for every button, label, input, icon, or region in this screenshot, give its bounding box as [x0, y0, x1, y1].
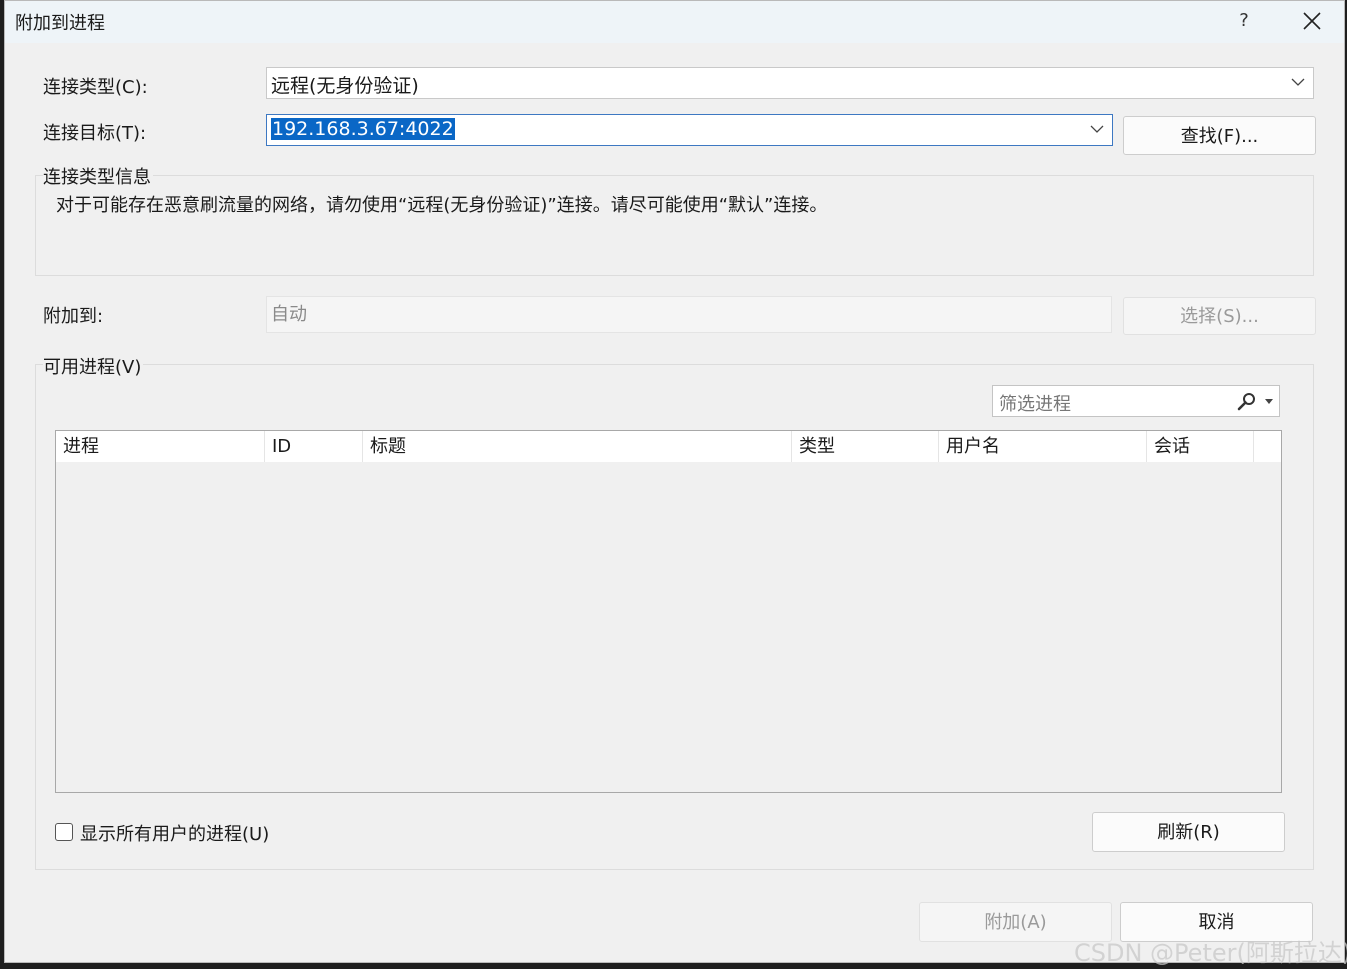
- dropdown-arrow-icon[interactable]: [1265, 399, 1273, 405]
- connection-target-combobox[interactable]: 192.168.3.67:4022: [266, 114, 1113, 146]
- connection-type-value: 远程(无身份验证): [271, 75, 419, 97]
- attach-to-value: 自动: [271, 304, 307, 325]
- process-list-header: 进程 ID 标题 类型 用户名 会话: [56, 431, 1281, 462]
- find-button[interactable]: 查找(F)...: [1123, 116, 1316, 155]
- filter-process-input[interactable]: 筛选进程: [999, 390, 1071, 416]
- column-header-username[interactable]: 用户名: [939, 431, 1147, 462]
- column-header-id[interactable]: ID: [265, 431, 363, 462]
- connection-target-label: 连接目标(T):: [43, 123, 147, 144]
- connection-type-dropdown[interactable]: 远程(无身份验证): [266, 67, 1314, 99]
- attach-to-label: 附加到:: [43, 306, 104, 327]
- available-processes-title: 可用进程(V): [43, 353, 144, 379]
- column-header-type[interactable]: 类型: [792, 431, 939, 462]
- process-list[interactable]: 进程 ID 标题 类型 用户名 会话: [55, 430, 1282, 793]
- help-button[interactable]: ?: [1223, 1, 1265, 41]
- column-header-session[interactable]: 会话: [1147, 431, 1254, 462]
- close-button[interactable]: [1287, 1, 1337, 41]
- filter-process-search[interactable]: 筛选进程: [992, 385, 1280, 417]
- show-all-users-label[interactable]: 显示所有用户的进程(U): [80, 820, 269, 846]
- title-bar: 附加到进程 ?: [5, 1, 1344, 43]
- show-all-users-checkbox[interactable]: [55, 823, 73, 841]
- watermark-text: CSDN @Peter(阿斯拉达): [1074, 939, 1347, 967]
- connection-info-text: 对于可能存在恶意刷流量的网络，请勿使用“远程(无身份验证)”连接。请尽可能使用“…: [56, 195, 828, 216]
- search-icon[interactable]: [1237, 392, 1257, 412]
- attach-to-field: 自动: [266, 296, 1112, 333]
- refresh-button[interactable]: 刷新(R): [1092, 812, 1285, 852]
- column-header-process[interactable]: 进程: [56, 431, 265, 462]
- attach-to-process-dialog: 附加到进程 ? 连接类型(C): 远程(无身份验证) 连接目标(T): 192.…: [4, 0, 1347, 967]
- chevron-down-icon: [1291, 78, 1305, 86]
- connection-info-title: 连接类型信息: [43, 163, 153, 189]
- connection-target-input[interactable]: 192.168.3.67:4022: [271, 118, 455, 140]
- column-header-title[interactable]: 标题: [363, 431, 792, 462]
- chevron-down-icon[interactable]: [1090, 124, 1104, 134]
- close-icon: [1303, 12, 1321, 30]
- dialog-title: 附加到进程: [15, 13, 105, 34]
- connection-type-label: 连接类型(C):: [43, 77, 148, 98]
- select-button[interactable]: 选择(S)...: [1123, 297, 1316, 335]
